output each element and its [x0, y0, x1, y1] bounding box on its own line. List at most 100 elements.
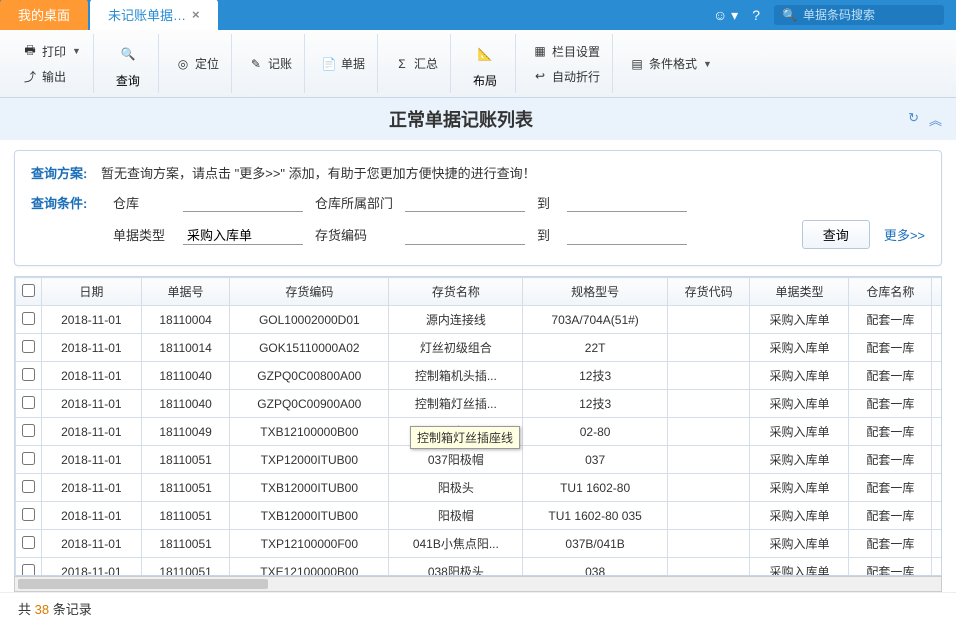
- printer-icon: 🖶: [22, 43, 38, 59]
- table-cell: 703A/704A(51#): [523, 306, 667, 334]
- table-row[interactable]: 2018-11-0118110051TXB12000ITUB00阳极头TU1 1…: [16, 474, 943, 502]
- print-button[interactable]: 🖶打印▼: [16, 40, 87, 63]
- table-cell: 采购入库单: [750, 362, 849, 390]
- warehouse-input[interactable]: [183, 192, 303, 212]
- wrap-button[interactable]: ↩自动折行: [526, 65, 606, 88]
- data-table-wrap[interactable]: 日期单据号存货编码存货名称规格型号存货代码单据类型仓库名称收发类别 2018-1…: [14, 276, 942, 576]
- tab-current[interactable]: 未记账单据… ×: [90, 0, 218, 30]
- row-checkbox[interactable]: [22, 508, 35, 521]
- horizontal-scrollbar[interactable]: [14, 576, 942, 592]
- table-row[interactable]: 2018-11-0118110051TXP12100000F00041B小焦点阳…: [16, 530, 943, 558]
- table-cell: 采购入库单: [750, 390, 849, 418]
- column-header[interactable]: 单据号: [141, 278, 230, 306]
- summary-button[interactable]: Σ汇总: [388, 52, 444, 75]
- collapse-icon[interactable]: ︽: [929, 110, 942, 129]
- column-header[interactable]: 仓库名称: [849, 278, 932, 306]
- row-checkbox[interactable]: [22, 564, 35, 577]
- table-row[interactable]: 2018-11-0118110014GOK15110000A02灯丝初级组合22…: [16, 334, 943, 362]
- table-cell: 18110051: [141, 502, 230, 530]
- table-cell: 2018-11-01: [42, 306, 142, 334]
- close-icon[interactable]: ×: [192, 7, 200, 22]
- table-cell: 阳极帽: [389, 502, 523, 530]
- ledger-icon: ✎: [248, 56, 264, 72]
- table-cell: [667, 334, 750, 362]
- filter-cond-label: 查询条件:: [31, 193, 101, 212]
- table-cell: 采购入库: [932, 334, 942, 362]
- table-cell: 采购入库: [932, 530, 942, 558]
- sum-icon: Σ: [394, 56, 410, 72]
- layout-button[interactable]: 📐 布局: [461, 36, 509, 91]
- target-icon: ◎: [175, 56, 191, 72]
- table-cell: 02-80: [523, 418, 667, 446]
- locate-button[interactable]: ◎定位: [169, 52, 225, 75]
- table-row[interactable]: 2018-11-0118110051TXP12000ITUB00037阳极帽03…: [16, 446, 943, 474]
- help-icon[interactable]: ?: [752, 7, 760, 23]
- search-box[interactable]: 🔍: [774, 5, 944, 25]
- doctype-input[interactable]: [183, 225, 303, 245]
- row-checkbox[interactable]: [22, 340, 35, 353]
- refresh-icon[interactable]: ↻: [908, 110, 919, 129]
- post-button[interactable]: ✎记账: [242, 52, 298, 75]
- table-row[interactable]: 2018-11-0118110051TXB12000ITUB00阳极帽TU1 1…: [16, 502, 943, 530]
- table-cell: 采购入库单: [750, 306, 849, 334]
- table-cell: [16, 306, 42, 334]
- column-header[interactable]: [16, 278, 42, 306]
- row-checkbox[interactable]: [22, 424, 35, 437]
- table-cell: 配套一库: [849, 446, 932, 474]
- table-cell: 源内连接线: [389, 306, 523, 334]
- table-row[interactable]: 2018-11-0118110051TXE12100000B00038阳极头03…: [16, 558, 943, 577]
- table-cell: TXB12000ITUB00: [230, 474, 389, 502]
- row-checkbox[interactable]: [22, 312, 35, 325]
- row-checkbox[interactable]: [22, 536, 35, 549]
- table-cell: 采购入库: [932, 474, 942, 502]
- column-header[interactable]: 存货名称: [389, 278, 523, 306]
- scrollbar-thumb[interactable]: [18, 579, 268, 589]
- more-link[interactable]: 更多>>: [884, 225, 925, 244]
- query-submit-button[interactable]: 查询: [802, 220, 870, 249]
- column-header[interactable]: 日期: [42, 278, 142, 306]
- row-checkbox[interactable]: [22, 368, 35, 381]
- table-cell: [667, 362, 750, 390]
- column-header[interactable]: 收发类别: [932, 278, 942, 306]
- tab-desktop[interactable]: 我的桌面: [0, 0, 88, 30]
- table-cell: 18110040: [141, 390, 230, 418]
- table-cell: 2018-11-01: [42, 474, 142, 502]
- query-button[interactable]: 🔍 查询: [104, 36, 152, 91]
- search-input[interactable]: [803, 8, 936, 22]
- table-cell: 配套一库: [849, 530, 932, 558]
- table-cell: [16, 446, 42, 474]
- column-header[interactable]: 规格型号: [523, 278, 667, 306]
- row-checkbox[interactable]: [22, 396, 35, 409]
- table-row[interactable]: 2018-11-0118110040GZPQ0C00900A00控制箱灯丝插..…: [16, 390, 943, 418]
- row-checkbox[interactable]: [22, 480, 35, 493]
- dept-input[interactable]: [405, 192, 525, 212]
- export-button[interactable]: ⤴输出: [16, 65, 87, 88]
- columns-button[interactable]: ▦栏目设置: [526, 40, 606, 63]
- invcode-input[interactable]: [405, 225, 525, 245]
- table-cell: 控制箱机头插...: [389, 362, 523, 390]
- filter-panel: 查询方案: 暂无查询方案，请点击 "更多>>" 添加，有助于您更加方便快捷的进行…: [14, 150, 942, 266]
- table-row[interactable]: 2018-11-0118110040GZPQ0C00800A00控制箱机头插..…: [16, 362, 943, 390]
- table-row[interactable]: 2018-11-0118110004GOL10002000D01源内连接线703…: [16, 306, 943, 334]
- format-button[interactable]: ▤条件格式▼: [623, 52, 718, 75]
- row-checkbox[interactable]: [22, 452, 35, 465]
- table-cell: [16, 558, 42, 577]
- column-header[interactable]: 存货代码: [667, 278, 750, 306]
- wrap-icon: ↩: [532, 68, 548, 84]
- column-header[interactable]: 存货编码: [230, 278, 389, 306]
- select-all-checkbox[interactable]: [22, 284, 35, 297]
- table-cell: 配套一库: [849, 390, 932, 418]
- table-cell: TU1 1602-80: [523, 474, 667, 502]
- to-input-2[interactable]: [567, 225, 687, 245]
- filter-plan-text: 暂无查询方案，请点击 "更多>>" 添加，有助于您更加方便快捷的进行查询！: [101, 163, 536, 182]
- doc-button[interactable]: 📄单据: [315, 52, 371, 75]
- table-cell: 038阳极头: [389, 558, 523, 577]
- to-input-1[interactable]: [567, 192, 687, 212]
- column-header[interactable]: 单据类型: [750, 278, 849, 306]
- table-cell: [667, 558, 750, 577]
- ruler-icon: 📐: [469, 38, 501, 70]
- page-title: 正常单据记账列表: [389, 106, 533, 132]
- user-icon[interactable]: ☺ ▾: [713, 7, 738, 24]
- table-cell: 18110004: [141, 306, 230, 334]
- table-cell: 配套一库: [849, 502, 932, 530]
